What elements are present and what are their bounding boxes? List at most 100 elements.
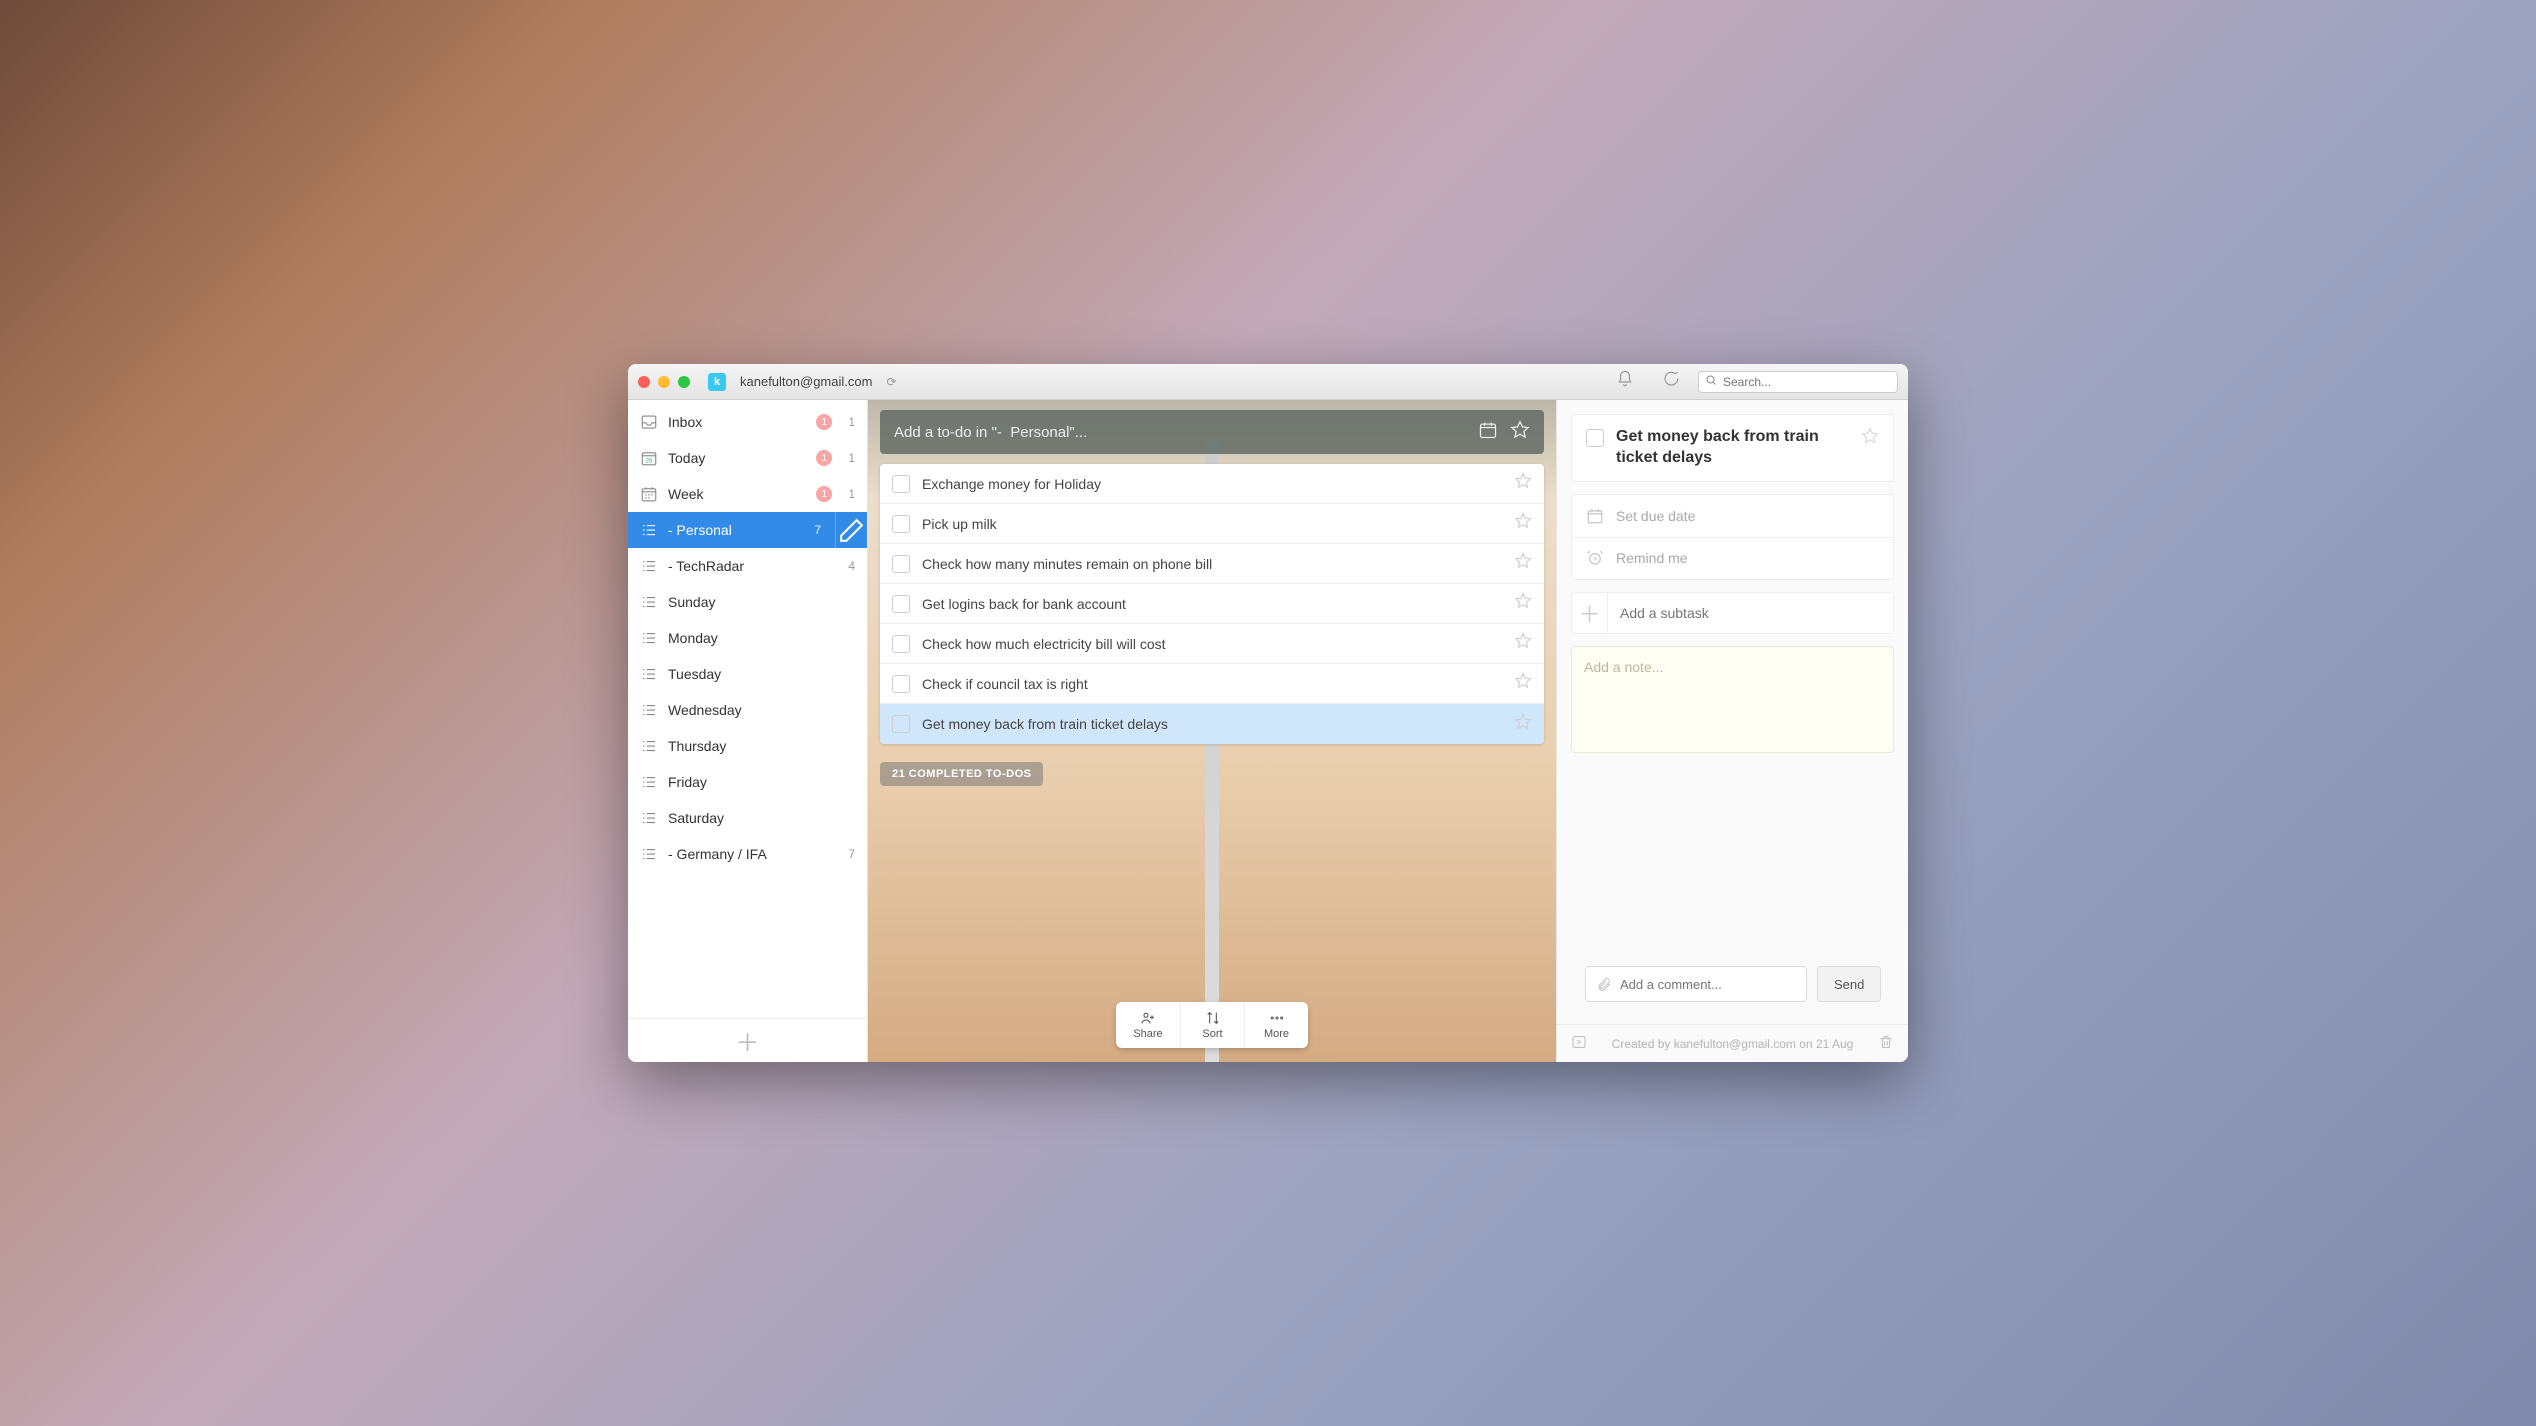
sort-button[interactable]: Sort <box>1180 1002 1244 1048</box>
sidebar-item-tuesday[interactable]: Tuesday <box>628 656 867 692</box>
list-icon <box>640 809 658 827</box>
task-title: Get money back from train ticket delays <box>922 716 1502 732</box>
sidebar-item-inbox[interactable]: Inbox 1 1 <box>628 404 867 440</box>
sidebar-badge: 1 <box>816 414 832 430</box>
sidebar-item-saturday[interactable]: Saturday <box>628 800 867 836</box>
sidebar-count: 4 <box>848 559 855 573</box>
detail-star-icon[interactable] <box>1861 427 1879 469</box>
task-title: Exchange money for Holiday <box>922 476 1502 492</box>
sidebar-item-label: Today <box>668 450 806 466</box>
comment-input-wrap[interactable] <box>1585 966 1807 1002</box>
sidebar-item-label: Monday <box>668 630 855 646</box>
note-input[interactable] <box>1584 659 1881 737</box>
sidebar-item-monday[interactable]: Monday <box>628 620 867 656</box>
list-icon <box>640 629 658 647</box>
set-due-date-button[interactable]: Set due date <box>1572 495 1893 537</box>
detail-title[interactable]: Get money back from train ticket delays <box>1616 427 1849 469</box>
attachment-icon[interactable] <box>1596 976 1612 992</box>
task-row[interactable]: Check if council tax is right <box>880 664 1544 704</box>
sidebar-item-personal[interactable]: - Personal7 <box>628 512 867 548</box>
sidebar-item-label: - Personal <box>668 522 798 538</box>
task-checkbox[interactable] <box>892 675 910 693</box>
remind-label: Remind me <box>1616 550 1688 566</box>
schedule-block: Set due date Remind me <box>1571 494 1894 580</box>
remind-me-button[interactable]: Remind me <box>1572 537 1893 579</box>
window-minimize-button[interactable] <box>658 376 670 388</box>
note-box[interactable] <box>1571 646 1894 753</box>
task-checkbox[interactable] <box>892 515 910 533</box>
add-subtask-input[interactable] <box>1608 593 1893 633</box>
more-button[interactable]: More <box>1244 1002 1308 1048</box>
share-button[interactable]: Share <box>1116 1002 1180 1048</box>
due-date-icon[interactable] <box>1478 420 1498 445</box>
titlebar: k kanefulton@gmail.com ⟳ <box>628 364 1908 400</box>
task-star-icon[interactable] <box>1514 512 1532 535</box>
task-star-icon[interactable] <box>1514 552 1532 575</box>
task-row[interactable]: Get money back from train ticket delays <box>880 704 1544 744</box>
list-icon <box>640 665 658 683</box>
list-icon <box>640 593 658 611</box>
send-button[interactable]: Send <box>1817 966 1881 1002</box>
task-star-icon[interactable] <box>1514 472 1532 495</box>
task-row[interactable]: Get logins back for bank account <box>880 584 1544 624</box>
task-star-icon[interactable] <box>1514 632 1532 655</box>
star-icon[interactable] <box>1510 420 1530 445</box>
sidebar-item-label: Week <box>668 486 806 502</box>
task-checkbox[interactable] <box>892 595 910 613</box>
window-close-button[interactable] <box>638 376 650 388</box>
task-row[interactable]: Exchange money for Holiday <box>880 464 1544 504</box>
account-avatar[interactable]: k <box>708 373 726 391</box>
sync-icon[interactable]: ⟳ <box>886 375 896 389</box>
add-subtask-icon[interactable]: ＋ <box>1572 593 1608 633</box>
sidebar-count: 1 <box>848 415 855 429</box>
task-checkbox[interactable] <box>892 555 910 573</box>
edit-list-icon[interactable] <box>835 512 867 548</box>
notifications-icon[interactable] <box>1616 370 1634 393</box>
task-star-icon[interactable] <box>1514 592 1532 615</box>
search-input[interactable] <box>1723 375 1891 389</box>
detail-panel: Get money back from train ticket delays … <box>1556 400 1908 1062</box>
search-box[interactable] <box>1698 371 1898 393</box>
sidebar-item-thursday[interactable]: Thursday <box>628 728 867 764</box>
add-list-button[interactable]: ＋ <box>736 1023 760 1058</box>
collapse-detail-icon[interactable] <box>1571 1034 1587 1053</box>
task-star-icon[interactable] <box>1514 672 1532 695</box>
app-window: k kanefulton@gmail.com ⟳ Inbox 1 1 26 Today 1… <box>628 364 1908 1062</box>
sidebar-count: 1 <box>848 487 855 501</box>
list-icon <box>640 737 658 755</box>
sidebar-item-techradar[interactable]: - TechRadar4 <box>628 548 867 584</box>
sidebar-item-label: Sunday <box>668 594 855 610</box>
completed-todos-toggle[interactable]: 21 COMPLETED TO-DOS <box>880 762 1043 786</box>
sidebar-item-germany[interactable]: - Germany / IFA7 <box>628 836 867 872</box>
sidebar-item-sunday[interactable]: Sunday <box>628 584 867 620</box>
comment-input[interactable] <box>1620 977 1796 992</box>
sidebar-item-friday[interactable]: Friday <box>628 764 867 800</box>
task-row[interactable]: Check how much electricity bill will cos… <box>880 624 1544 664</box>
list-icon <box>640 701 658 719</box>
add-todo-bar[interactable] <box>880 410 1544 454</box>
sidebar-item-today[interactable]: 26Today11 <box>628 440 867 476</box>
task-checkbox[interactable] <box>892 715 910 733</box>
share-label: Share <box>1133 1028 1162 1040</box>
add-todo-input[interactable] <box>894 424 1466 441</box>
sidebar-count: 7 <box>848 847 855 861</box>
subtask-block: ＋ <box>1571 592 1894 634</box>
sidebar-item-label: Inbox <box>668 414 806 430</box>
week-icon <box>640 485 658 503</box>
task-row[interactable]: Check how many minutes remain on phone b… <box>880 544 1544 584</box>
task-checkbox[interactable] <box>892 635 910 653</box>
main-column: Exchange money for HolidayPick up milkCh… <box>868 400 1556 1062</box>
delete-task-icon[interactable] <box>1878 1034 1894 1053</box>
detail-complete-checkbox[interactable] <box>1586 429 1604 447</box>
sidebar-item-wednesday[interactable]: Wednesday <box>628 692 867 728</box>
task-star-icon[interactable] <box>1514 713 1532 736</box>
sidebar-item-week[interactable]: Week11 <box>628 476 867 512</box>
account-email[interactable]: kanefulton@gmail.com <box>740 374 872 389</box>
window-maximize-button[interactable] <box>678 376 690 388</box>
activity-icon[interactable] <box>1662 370 1680 393</box>
task-checkbox[interactable] <box>892 475 910 493</box>
task-title: Check if council tax is right <box>922 676 1502 692</box>
task-row[interactable]: Pick up milk <box>880 504 1544 544</box>
svg-text:26: 26 <box>646 459 653 465</box>
detail-footer: Created by kanefulton@gmail.com on 21 Au… <box>1557 1024 1908 1062</box>
